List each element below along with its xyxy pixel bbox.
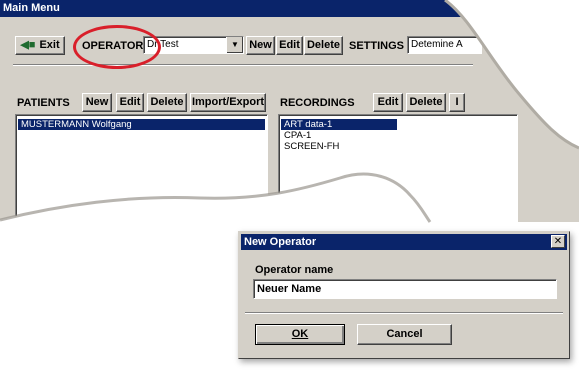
list-item[interactable]: MUSTERMANN Wolfgang [18,119,265,130]
recordings-label: RECORDINGS [280,97,355,109]
operator-name-input[interactable]: Neuer Name [253,279,557,299]
operator-highlight-oval [73,25,161,69]
recordings-edit-button[interactable]: Edit [373,93,403,112]
dialog-title: New Operator ✕ [241,234,567,250]
operator-delete-button[interactable]: Delete [304,36,343,55]
main-menu-title: Main Menu [0,0,579,17]
exit-button[interactable]: ◀■ Exit [15,36,65,55]
operator-new-button[interactable]: New [246,36,275,55]
recordings-more-button[interactable]: I [449,93,465,112]
list-item[interactable]: SCREEN-FH [281,141,517,152]
patients-edit-button[interactable]: Edit [116,93,144,112]
list-item[interactable]: ART data-1 [281,119,397,130]
patients-list[interactable]: MUSTERMANN Wolfgang [15,114,268,224]
exit-door-icon: ◀■ [20,39,36,51]
chevron-down-icon[interactable]: ▼ [226,37,243,53]
operator-edit-button[interactable]: Edit [276,36,303,55]
recordings-delete-button[interactable]: Delete [406,93,446,112]
new-operator-dialog: New Operator ✕ Operator name Neuer Name … [238,231,570,359]
settings-select[interactable]: Detemine A [407,36,482,54]
ok-button[interactable]: OK [255,324,345,345]
patients-label: PATIENTS [17,97,70,109]
settings-label: SETTINGS [349,40,405,52]
patients-new-button[interactable]: New [82,93,112,112]
recordings-list[interactable]: ART data-1 CPA-1 SCREEN-FH [278,114,518,224]
patients-import-export-button[interactable]: Import/Export [190,93,266,112]
operator-name-label: Operator name [255,264,334,276]
patients-delete-button[interactable]: Delete [147,93,187,112]
list-item[interactable]: CPA-1 [281,130,517,141]
dialog-separator [245,312,563,314]
cancel-button[interactable]: Cancel [357,324,452,345]
toolbar-separator [13,64,473,66]
close-icon[interactable]: ✕ [551,235,565,248]
